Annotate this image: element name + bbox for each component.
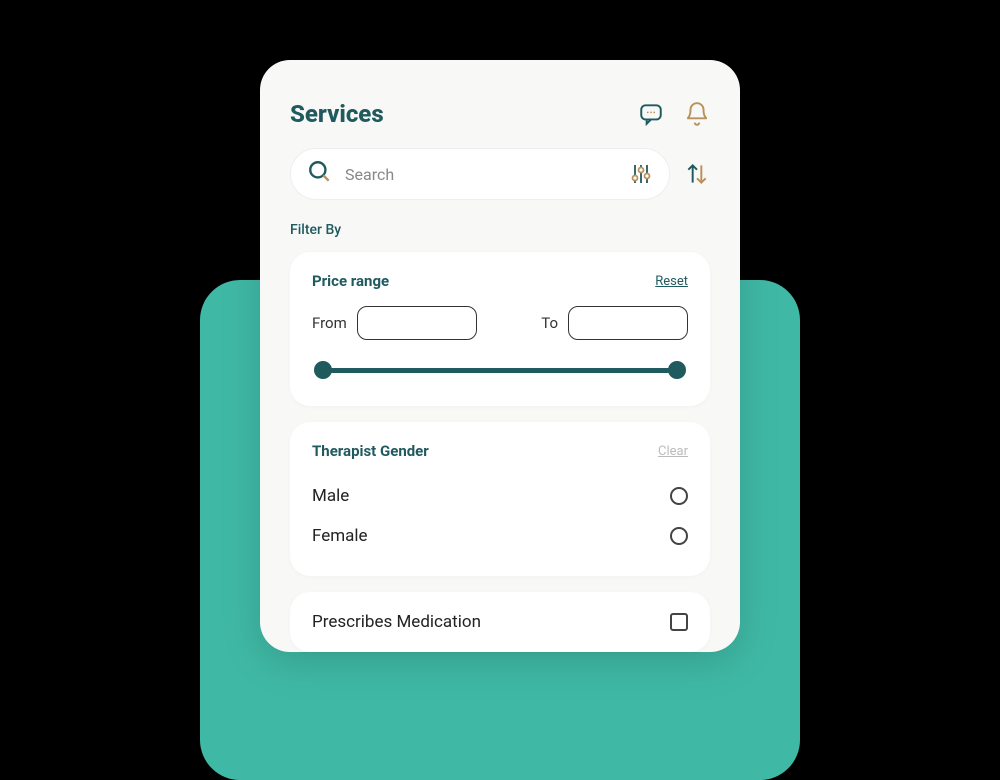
from-label: From [312, 314, 347, 332]
gender-panel-header: Therapist Gender Clear [312, 442, 688, 460]
medication-panel: Prescribes Medication [290, 592, 710, 652]
reset-link[interactable]: Reset [655, 274, 688, 289]
slider-thumb-max[interactable] [668, 361, 686, 379]
price-slider[interactable] [318, 360, 682, 380]
search-input[interactable] [345, 165, 617, 184]
search-icon [307, 159, 333, 189]
clear-link[interactable]: Clear [658, 444, 688, 459]
medication-option[interactable]: Prescribes Medication [312, 612, 688, 632]
filter-by-label: Filter By [290, 222, 710, 238]
chat-icon[interactable] [638, 101, 664, 127]
radio-female[interactable] [670, 527, 688, 545]
sort-icon[interactable] [684, 161, 710, 187]
page-title: Services [290, 100, 384, 128]
slider-thumb-min[interactable] [314, 361, 332, 379]
gender-option-male[interactable]: Male [312, 476, 688, 516]
gender-panel: Therapist Gender Clear Male Female [290, 422, 710, 576]
checkbox-medication[interactable] [670, 613, 688, 631]
price-to-input[interactable] [568, 306, 688, 340]
radio-male[interactable] [670, 487, 688, 505]
slider-track [318, 368, 682, 373]
search-row [290, 148, 710, 200]
price-panel-header: Price range Reset [312, 272, 688, 290]
header: Services [290, 100, 710, 128]
gender-title: Therapist Gender [312, 442, 429, 460]
price-range-panel: Price range Reset From To [290, 252, 710, 406]
search-box[interactable] [290, 148, 670, 200]
header-icons [638, 101, 710, 127]
price-range-title: Price range [312, 272, 389, 290]
medication-label: Prescribes Medication [312, 612, 481, 632]
gender-option-female[interactable]: Female [312, 516, 688, 556]
gender-label-female: Female [312, 526, 368, 546]
gender-label-male: Male [312, 486, 349, 506]
price-from-input[interactable] [357, 306, 477, 340]
to-label: To [541, 314, 558, 332]
bell-icon[interactable] [684, 101, 710, 127]
services-card: Services [260, 60, 740, 652]
price-range-inputs: From To [312, 306, 688, 340]
filter-sliders-icon[interactable] [629, 162, 653, 186]
